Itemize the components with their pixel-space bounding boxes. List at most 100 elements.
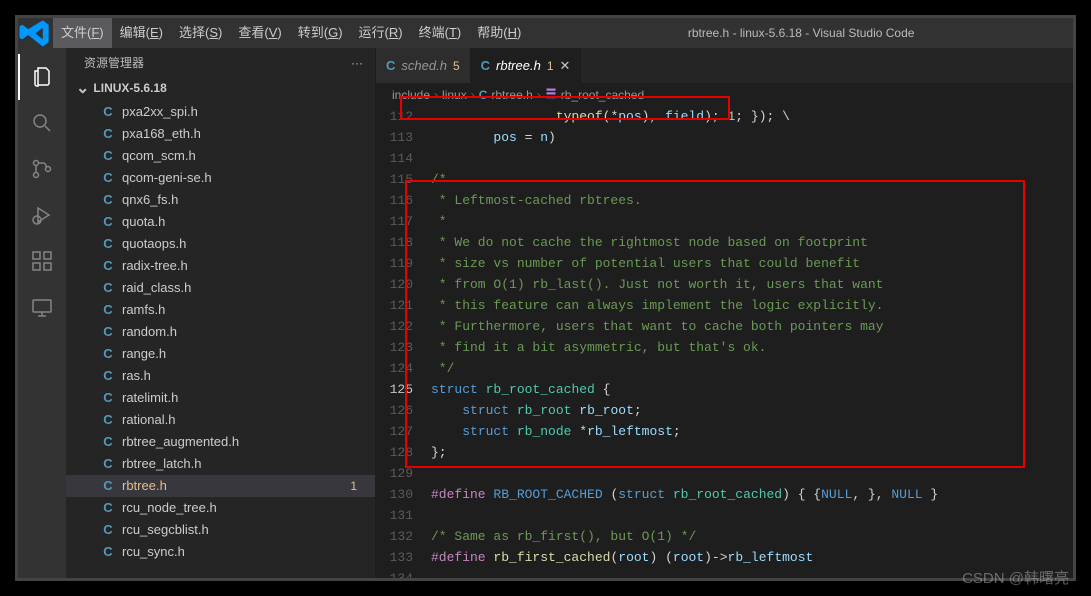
editor-area: Csched.h 5 Crbtree.h 1 ✕ include › linux › C… bbox=[376, 48, 1073, 578]
file-label: pxa2xx_spi.h bbox=[122, 103, 198, 121]
c-file-icon: C bbox=[386, 58, 395, 73]
file-label: raid_class.h bbox=[122, 279, 191, 297]
scm-icon[interactable] bbox=[18, 146, 66, 192]
git-badge: 5 bbox=[453, 59, 460, 73]
file-label: range.h bbox=[122, 345, 166, 363]
file-label: rbtree_latch.h bbox=[122, 455, 202, 473]
file-pxa168_eth-h[interactable]: Cpxa168_eth.h bbox=[66, 123, 375, 145]
c-file-icon: C bbox=[100, 191, 116, 209]
file-label: qcom-geni-se.h bbox=[122, 169, 212, 187]
close-icon[interactable]: ✕ bbox=[560, 58, 571, 74]
workspace-folder[interactable]: ⌄ LINUX-5.6.18 bbox=[66, 75, 375, 101]
file-label: rbtree.h bbox=[122, 477, 167, 495]
file-ratelimit-h[interactable]: Cratelimit.h bbox=[66, 387, 375, 409]
file-rational-h[interactable]: Crational.h bbox=[66, 409, 375, 431]
menu-s[interactable]: 选择(S) bbox=[171, 18, 230, 48]
file-ramfs-h[interactable]: Cramfs.h bbox=[66, 299, 375, 321]
file-rbtree_latch-h[interactable]: Crbtree_latch.h bbox=[66, 453, 375, 475]
file-rcu_segcblist-h[interactable]: Crcu_segcblist.h bbox=[66, 519, 375, 541]
tab-label: sched.h bbox=[401, 58, 447, 73]
debug-icon[interactable] bbox=[18, 192, 66, 238]
c-file-icon: C bbox=[100, 169, 116, 187]
c-file-icon: C bbox=[100, 147, 116, 165]
c-file-icon: C bbox=[100, 235, 116, 253]
editor-tabs: Csched.h 5 Crbtree.h 1 ✕ bbox=[376, 48, 1073, 83]
menu-r[interactable]: 运行(R) bbox=[351, 18, 411, 48]
file-rbtree-h[interactable]: Crbtree.h 1 bbox=[66, 475, 375, 497]
file-qcom_scm-h[interactable]: Cqcom_scm.h bbox=[66, 145, 375, 167]
file-ras-h[interactable]: Cras.h bbox=[66, 365, 375, 387]
c-file-icon: C bbox=[100, 257, 116, 275]
c-file-icon: C bbox=[100, 279, 116, 297]
search-icon[interactable] bbox=[18, 100, 66, 146]
file-label: rational.h bbox=[122, 411, 175, 429]
window-title: rbtree.h - linux-5.6.18 - Visual Studio … bbox=[529, 26, 1073, 40]
file-label: rcu_segcblist.h bbox=[122, 521, 209, 539]
c-file-icon: C bbox=[481, 58, 490, 73]
file-label: qnx6_fs.h bbox=[122, 191, 178, 209]
c-file-icon: C bbox=[100, 455, 116, 473]
chevron-right-icon: › bbox=[537, 88, 541, 102]
file-label: ras.h bbox=[122, 367, 151, 385]
c-file-icon: C bbox=[100, 543, 116, 561]
c-file-icon: C bbox=[100, 367, 116, 385]
c-file-icon: C bbox=[100, 433, 116, 451]
file-rcu_node_tree-h[interactable]: Crcu_node_tree.h bbox=[66, 497, 375, 519]
menu-e[interactable]: 编辑(E) bbox=[112, 18, 171, 48]
tab-rbtree-h[interactable]: Crbtree.h 1 ✕ bbox=[471, 48, 582, 83]
menu-g[interactable]: 转到(G) bbox=[290, 18, 351, 48]
struct-icon bbox=[545, 87, 557, 102]
git-badge: 1 bbox=[350, 477, 363, 495]
c-file-icon: C bbox=[100, 477, 116, 495]
c-file-icon: C bbox=[100, 345, 116, 363]
c-file-icon: C bbox=[100, 323, 116, 341]
menu-t[interactable]: 终端(T) bbox=[411, 18, 470, 48]
c-file-icon: C bbox=[100, 125, 116, 143]
git-badge: 1 bbox=[547, 59, 554, 73]
file-rbtree_augmented-h[interactable]: Crbtree_augmented.h bbox=[66, 431, 375, 453]
explorer-icon[interactable] bbox=[18, 54, 66, 100]
file-list: Cpxa2xx_spi.hCpxa168_eth.hCqcom_scm.hCqc… bbox=[66, 101, 375, 578]
chevron-right-icon: › bbox=[471, 88, 475, 102]
file-label: ratelimit.h bbox=[122, 389, 178, 407]
menu-f[interactable]: 文件(F) bbox=[53, 18, 112, 48]
line-numbers: 1121131141151161171181191201211221231241… bbox=[376, 106, 431, 578]
file-raid_class-h[interactable]: Craid_class.h bbox=[66, 277, 375, 299]
file-range-h[interactable]: Crange.h bbox=[66, 343, 375, 365]
c-file-icon: C bbox=[479, 88, 488, 102]
file-rcu_sync-h[interactable]: Crcu_sync.h bbox=[66, 541, 375, 563]
c-file-icon: C bbox=[100, 411, 116, 429]
more-icon[interactable]: ··· bbox=[351, 56, 363, 70]
file-qnx6_fs-h[interactable]: Cqnx6_fs.h bbox=[66, 189, 375, 211]
file-label: rcu_sync.h bbox=[122, 543, 185, 561]
titlebar: 文件(F)编辑(E)选择(S)查看(V)转到(G)运行(R)终端(T)帮助(H)… bbox=[18, 18, 1073, 48]
explorer-title: 资源管理器 bbox=[84, 54, 144, 71]
file-pxa2xx_spi-h[interactable]: Cpxa2xx_spi.h bbox=[66, 101, 375, 123]
file-radix-tree-h[interactable]: Cradix-tree.h bbox=[66, 255, 375, 277]
file-random-h[interactable]: Crandom.h bbox=[66, 321, 375, 343]
breadcrumb[interactable]: include › linux › C rbtree.h › rb_root_c… bbox=[376, 83, 1073, 106]
extensions-icon[interactable] bbox=[18, 238, 66, 284]
watermark: CSDN @韩曙亮 bbox=[962, 567, 1069, 588]
file-quota-h[interactable]: Cquota.h bbox=[66, 211, 375, 233]
code-content[interactable]: typeof(*pos), field); 1; }); \ pos = n)/… bbox=[431, 106, 1073, 578]
file-label: qcom_scm.h bbox=[122, 147, 196, 165]
code-editor[interactable]: 1121131141151161171181191201211221231241… bbox=[376, 106, 1073, 578]
file-label: quota.h bbox=[122, 213, 165, 231]
chevron-down-icon: ⌄ bbox=[76, 78, 89, 98]
menu-v[interactable]: 查看(V) bbox=[230, 18, 289, 48]
file-quotaops-h[interactable]: Cquotaops.h bbox=[66, 233, 375, 255]
c-file-icon: C bbox=[100, 103, 116, 121]
remote-icon[interactable] bbox=[18, 284, 66, 330]
tab-label: rbtree.h bbox=[496, 58, 541, 73]
file-label: rbtree_augmented.h bbox=[122, 433, 239, 451]
file-label: ramfs.h bbox=[122, 301, 165, 319]
c-file-icon: C bbox=[100, 521, 116, 539]
c-file-icon: C bbox=[100, 301, 116, 319]
vscode-icon bbox=[18, 16, 53, 51]
c-file-icon: C bbox=[100, 389, 116, 407]
menu-h[interactable]: 帮助(H) bbox=[469, 18, 529, 48]
explorer-panel: 资源管理器 ··· ⌄ LINUX-5.6.18 Cpxa2xx_spi.hCp… bbox=[66, 48, 376, 578]
tab-sched-h[interactable]: Csched.h 5 bbox=[376, 48, 471, 83]
file-qcom-geni-se-h[interactable]: Cqcom-geni-se.h bbox=[66, 167, 375, 189]
